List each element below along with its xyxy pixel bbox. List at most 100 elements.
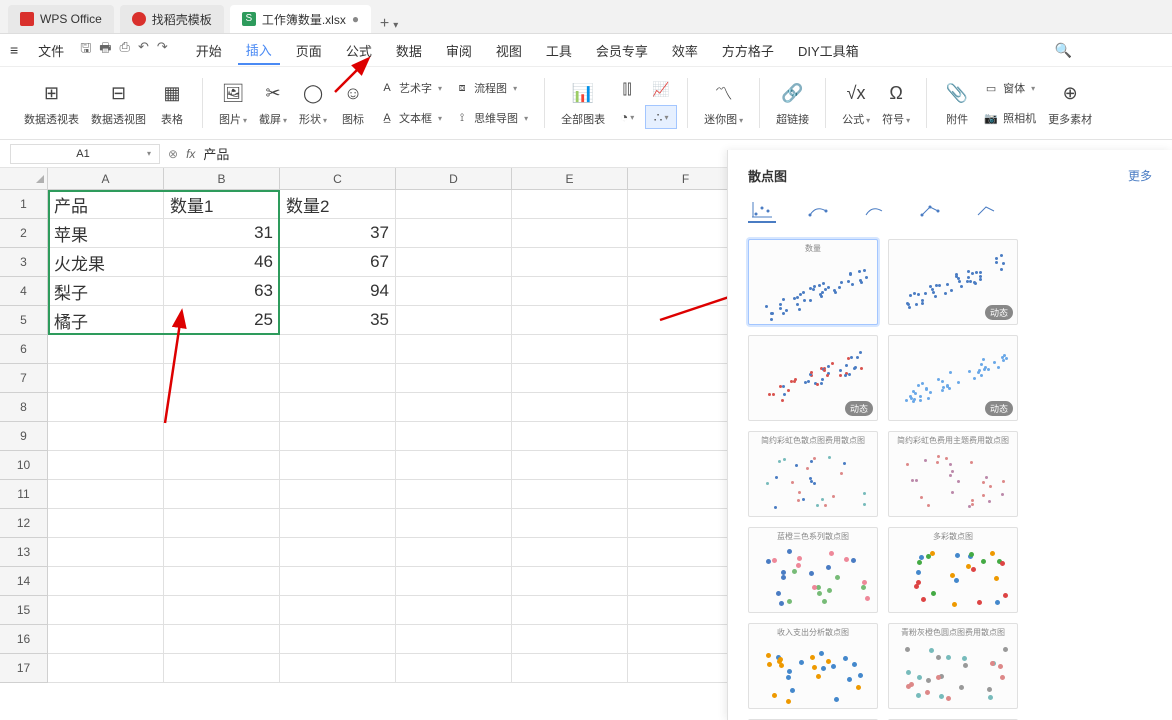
btn-pivot-chart[interactable]: ⊟数据透视图 bbox=[85, 72, 152, 134]
cell[interactable] bbox=[396, 190, 512, 219]
btn-icons[interactable]: ☺图标 bbox=[333, 72, 373, 134]
row-header[interactable]: 5 bbox=[0, 306, 48, 335]
menu-file[interactable]: 文件 bbox=[30, 37, 72, 64]
cell[interactable] bbox=[512, 248, 628, 277]
cell[interactable] bbox=[164, 509, 280, 538]
formula-value[interactable]: 产品 bbox=[203, 144, 229, 163]
row-header[interactable]: 17 bbox=[0, 654, 48, 683]
cell[interactable] bbox=[512, 364, 628, 393]
cell[interactable] bbox=[396, 219, 512, 248]
btn-more[interactable]: ⊕更多素材 bbox=[1042, 72, 1098, 134]
cell[interactable] bbox=[48, 596, 164, 625]
menu-member[interactable]: 会员专享 bbox=[588, 37, 656, 64]
row-header[interactable]: 3 bbox=[0, 248, 48, 277]
row-header[interactable]: 11 bbox=[0, 480, 48, 509]
row-header[interactable]: 14 bbox=[0, 567, 48, 596]
cell[interactable] bbox=[164, 596, 280, 625]
tab-workbook[interactable]: S工作簿数量.xlsx● bbox=[230, 5, 371, 33]
cell[interactable] bbox=[48, 654, 164, 683]
btn-picture[interactable]: 🖼图片▾ bbox=[213, 72, 253, 134]
cell[interactable] bbox=[48, 625, 164, 654]
cell[interactable]: 46 bbox=[164, 248, 280, 277]
chart-thumb[interactable]: 多彩散点图 bbox=[888, 527, 1018, 613]
cell[interactable] bbox=[164, 364, 280, 393]
cell[interactable]: 产品 bbox=[48, 190, 164, 219]
row-header[interactable]: 6 bbox=[0, 335, 48, 364]
chart-thumb[interactable]: 数量 bbox=[748, 239, 878, 325]
chart-thumb[interactable]: 简约彩虹色费用主题费用散点图 bbox=[888, 431, 1018, 517]
cell[interactable] bbox=[280, 364, 396, 393]
cell[interactable] bbox=[396, 451, 512, 480]
cell[interactable] bbox=[512, 306, 628, 335]
cell[interactable] bbox=[164, 480, 280, 509]
row-header[interactable]: 1 bbox=[0, 190, 48, 219]
cell[interactable] bbox=[48, 480, 164, 509]
menu-formula[interactable]: 公式 bbox=[338, 37, 380, 64]
menu-page[interactable]: 页面 bbox=[288, 37, 330, 64]
cell[interactable] bbox=[512, 422, 628, 451]
tab-wps-office[interactable]: WPS Office bbox=[8, 5, 114, 33]
chart-thumb[interactable]: 收入支出分析散点图 bbox=[748, 623, 878, 709]
menu-tools[interactable]: 工具 bbox=[538, 37, 580, 64]
col-E[interactable]: E bbox=[512, 168, 628, 189]
cell[interactable] bbox=[396, 422, 512, 451]
btn-sparkline[interactable]: 〽迷你图▾ bbox=[698, 72, 749, 134]
select-all-corner[interactable] bbox=[0, 168, 48, 189]
cell[interactable] bbox=[396, 538, 512, 567]
cell[interactable] bbox=[512, 654, 628, 683]
cell[interactable] bbox=[48, 538, 164, 567]
row-header[interactable]: 13 bbox=[0, 538, 48, 567]
cell[interactable] bbox=[164, 567, 280, 596]
chart-thumb[interactable]: 简约彩虹色散点图费用散点图 bbox=[748, 431, 878, 517]
qat-save[interactable]: 🖫 bbox=[80, 39, 91, 61]
cell[interactable]: 94 bbox=[280, 277, 396, 306]
cancel-icon[interactable]: ⊗ bbox=[168, 147, 178, 161]
cell[interactable] bbox=[396, 335, 512, 364]
chart-line-btn[interactable]: 📈 bbox=[645, 77, 677, 101]
chart-thumb[interactable]: 动态 bbox=[748, 335, 878, 421]
cell[interactable] bbox=[48, 335, 164, 364]
cell[interactable] bbox=[280, 567, 396, 596]
cell[interactable] bbox=[396, 248, 512, 277]
chart-bar-btn[interactable]: ⫿⫿ bbox=[611, 77, 643, 101]
btn-screenshot[interactable]: ✂截屏▾ bbox=[253, 72, 293, 134]
row-header[interactable]: 2 bbox=[0, 219, 48, 248]
cell[interactable] bbox=[164, 335, 280, 364]
fx-icon[interactable]: fx bbox=[186, 147, 195, 161]
cell[interactable] bbox=[512, 393, 628, 422]
cell[interactable] bbox=[512, 335, 628, 364]
cell[interactable] bbox=[280, 509, 396, 538]
cell[interactable] bbox=[396, 509, 512, 538]
subtype-scatter-lines-nomarker[interactable] bbox=[972, 199, 1000, 223]
row-header[interactable]: 12 bbox=[0, 509, 48, 538]
cell[interactable] bbox=[48, 364, 164, 393]
btn-pivot-table[interactable]: ⊞数据透视表 bbox=[18, 72, 85, 134]
cell[interactable] bbox=[164, 538, 280, 567]
cell[interactable]: 25 bbox=[164, 306, 280, 335]
row-header[interactable]: 10 bbox=[0, 451, 48, 480]
cell[interactable] bbox=[48, 422, 164, 451]
cell[interactable] bbox=[280, 422, 396, 451]
cell[interactable] bbox=[512, 538, 628, 567]
row-header[interactable]: 9 bbox=[0, 422, 48, 451]
cell[interactable] bbox=[512, 277, 628, 306]
menu-data[interactable]: 数据 bbox=[388, 37, 430, 64]
cell[interactable] bbox=[280, 538, 396, 567]
panel-more-link[interactable]: 更多 bbox=[1128, 167, 1152, 184]
qat-redo[interactable]: ↷ bbox=[157, 39, 168, 61]
menu-insert[interactable]: 插入 bbox=[238, 36, 280, 65]
cell[interactable] bbox=[512, 480, 628, 509]
cell[interactable] bbox=[512, 625, 628, 654]
cell[interactable] bbox=[396, 306, 512, 335]
cell[interactable] bbox=[512, 451, 628, 480]
cell[interactable] bbox=[512, 190, 628, 219]
cell[interactable] bbox=[512, 509, 628, 538]
chart-pie-btn[interactable]: ◔▾ bbox=[611, 105, 643, 129]
cell[interactable] bbox=[48, 567, 164, 596]
btn-flowchart[interactable]: ⧈流程图▾ bbox=[454, 76, 528, 100]
chart-thumb[interactable]: 蓝橙三色系列散点图 bbox=[748, 527, 878, 613]
row-header[interactable]: 7 bbox=[0, 364, 48, 393]
cell[interactable] bbox=[164, 393, 280, 422]
col-A[interactable]: A bbox=[48, 168, 164, 189]
cell[interactable]: 梨子 bbox=[48, 277, 164, 306]
